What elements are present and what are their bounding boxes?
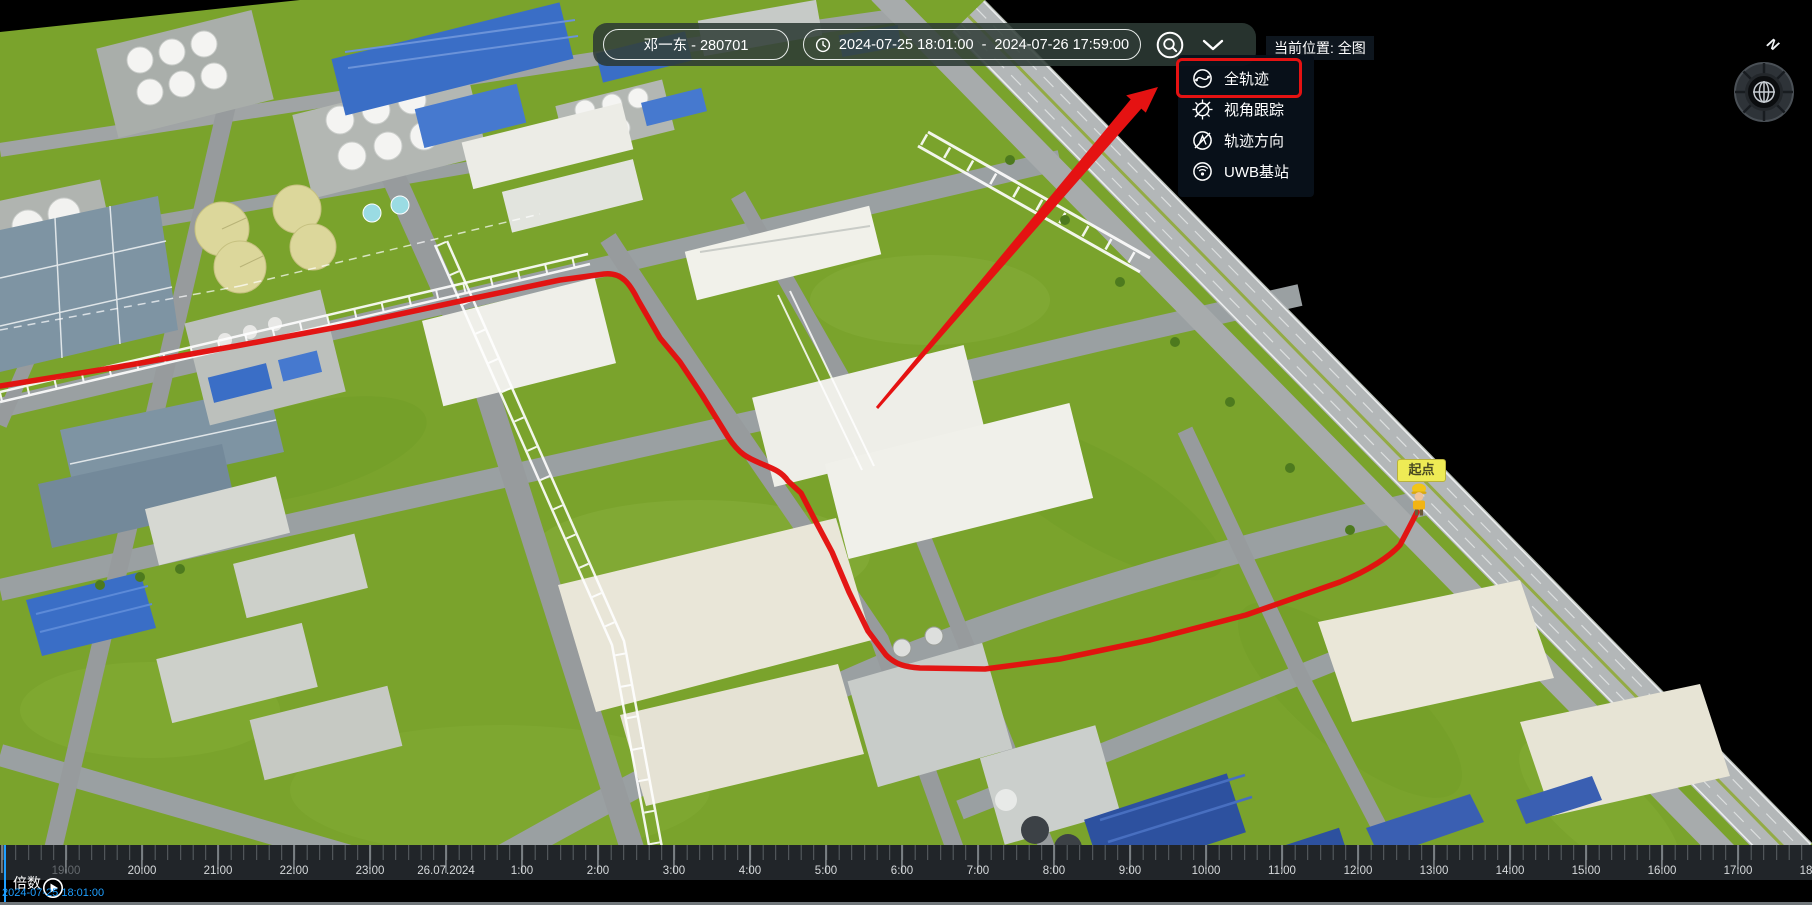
timeline-label: 4:00 [739, 865, 761, 877]
start-point-label: 起点 [1397, 459, 1446, 482]
timeline-label: 8:00 [1043, 865, 1065, 877]
worker-figure [1406, 482, 1432, 521]
timeline-label: 2:00 [587, 865, 609, 877]
timeline-label: 20:00 [128, 865, 157, 877]
timeline-label: 19:00 [52, 865, 81, 877]
timeline-label: 13:00 [1420, 865, 1449, 877]
timeline-label: 18:00 [1800, 865, 1812, 877]
uwb-station-icon [1191, 160, 1214, 183]
timeline-label: 23:00 [356, 865, 385, 877]
menu-item-trajectory-direction[interactable]: 轨迹方向 [1178, 125, 1314, 156]
timeline-label: 5:00 [815, 865, 837, 877]
menu-item-label: UWB基站 [1224, 161, 1289, 182]
timeline-label: 6:00 [891, 865, 913, 877]
time-range-end: 2024-07-26 17:59:00 [994, 37, 1129, 53]
toolbar: 邓一东 - 280701 2024-07-25 18:01:00 - 2024-… [593, 23, 1256, 66]
full-trajectory-icon [1191, 67, 1214, 90]
timeline-label: 11:00 [1268, 865, 1296, 877]
timeline-label: 9:00 [1119, 865, 1141, 877]
timeline-label: 14:00 [1496, 865, 1525, 877]
menu-item-label: 轨迹方向 [1224, 130, 1284, 151]
layer-menu-toggle[interactable] [1199, 38, 1227, 52]
timeline-label: 15:00 [1572, 865, 1601, 877]
menu-item-label: 视角跟踪 [1224, 99, 1284, 120]
chevron-down-icon [1199, 38, 1227, 52]
menu-item-view-tracking[interactable]: 视角跟踪 [1178, 94, 1314, 125]
time-range-start: 2024-07-25 18:01:00 [839, 37, 974, 53]
timeline-label: 26.07.2024 [417, 865, 475, 877]
trajectory-playback-screen: { "toolbar": { "person": "邓一东 - 280701",… [0, 0, 1812, 905]
timeline-label: 12:00 [1344, 865, 1373, 877]
clock-icon [815, 37, 831, 53]
compass-control[interactable] [1724, 40, 1804, 135]
time-range-separator: - [982, 37, 987, 53]
timeline-label: 3:00 [663, 865, 685, 877]
timeline-label: 1:00 [511, 865, 533, 877]
timeline-label: 16:00 [1648, 865, 1677, 877]
current-playback-time: 2024-07-25 18:01:00 [2, 887, 104, 899]
timeline-ruler[interactable]: 19:00 20:00 21:00 22:00 23:00 26.07.2024… [0, 845, 1812, 880]
menu-item-full-trajectory[interactable]: 全轨迹 [1178, 63, 1314, 94]
person-selector-value: 邓一东 - 280701 [644, 34, 749, 55]
person-selector[interactable]: 邓一东 - 280701 [603, 29, 789, 60]
timeline-label: 17:00 [1724, 865, 1753, 877]
timeline-bar: 19:00 20:00 21:00 22:00 23:00 26.07.2024… [0, 845, 1812, 905]
timeline-label: 22:00 [280, 865, 309, 877]
menu-item-uwb-station[interactable]: UWB基站 [1178, 156, 1314, 187]
menu-item-label: 全轨迹 [1224, 68, 1269, 89]
timeline-label: 10:00 [1192, 865, 1221, 877]
trajectory-direction-icon [1191, 129, 1214, 152]
view-tracking-icon [1191, 98, 1214, 121]
layer-dropdown-menu: 全轨迹 视角跟踪 轨迹方向 UWB基站 [1178, 55, 1314, 197]
timeline-label: 21:00 [204, 865, 233, 877]
map-3d-view[interactable] [0, 0, 1812, 905]
time-range-selector[interactable]: 2024-07-25 18:01:00 - 2024-07-26 17:59:0… [803, 29, 1141, 60]
timeline-label: 7:00 [967, 865, 989, 877]
